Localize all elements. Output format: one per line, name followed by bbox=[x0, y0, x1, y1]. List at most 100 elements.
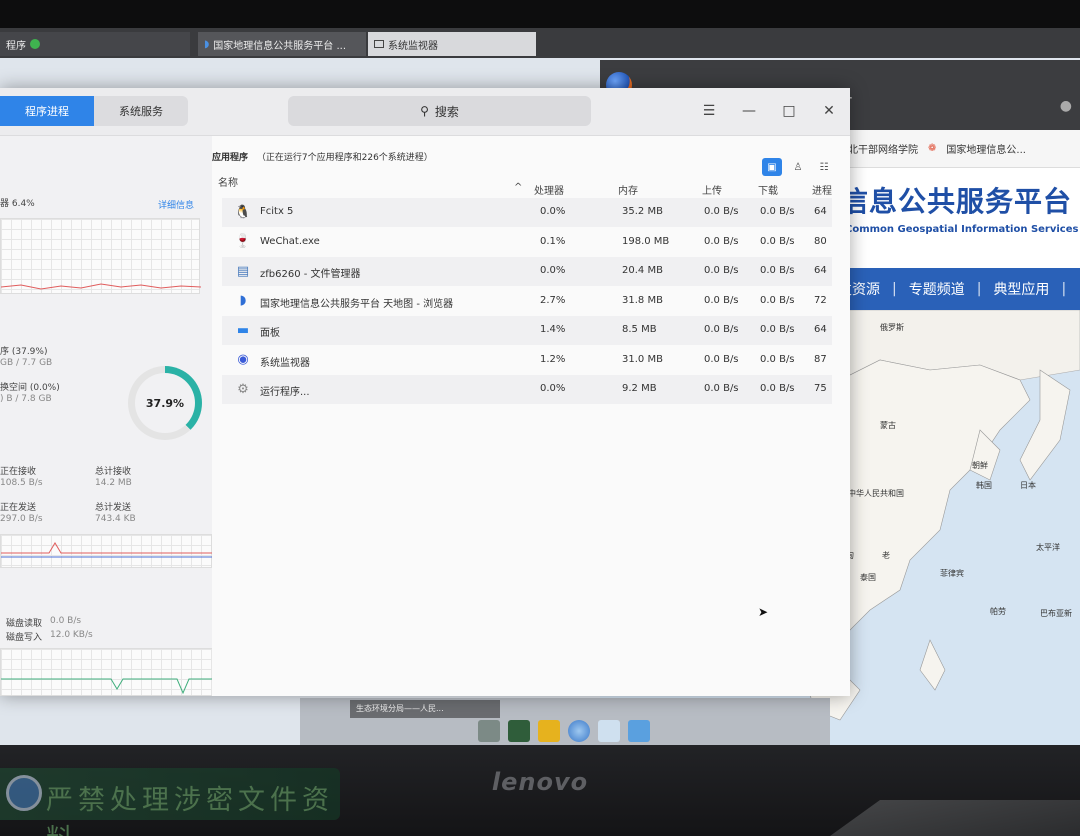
table-row[interactable]: ⚙ 运行程序... 0.0% 9.2 MB 0.0 B/s 0.0 B/s 75 bbox=[222, 375, 832, 404]
cell-up: 0.0 B/s bbox=[704, 383, 739, 394]
maximize-icon[interactable]: □ bbox=[778, 100, 800, 122]
close-icon[interactable]: ✕ bbox=[818, 100, 840, 122]
cpu-graph bbox=[0, 218, 201, 294]
nav-item-applications[interactable]: 典型应用 bbox=[993, 279, 1049, 299]
search-placeholder: 搜索 bbox=[434, 104, 459, 119]
window-icon bbox=[374, 40, 384, 48]
table-row[interactable]: ▤ zfb6260 - 文件管理器 0.0% 20.4 MB 0.0 B/s 0.0 B/… bbox=[222, 257, 832, 286]
browser-icon[interactable] bbox=[568, 720, 590, 742]
nav-item-topics[interactable]: 专题频道 bbox=[909, 279, 965, 299]
minimize-icon[interactable]: — bbox=[738, 100, 760, 122]
taskbar-tab-system-monitor[interactable]: 系统监视器 bbox=[368, 32, 536, 56]
cell-down: 0.0 B/s bbox=[760, 206, 795, 217]
view-switcher: 程序进程 系统服务 bbox=[0, 96, 188, 126]
wine-glass-icon: 🍷 bbox=[234, 234, 252, 249]
map-label: 泰国 bbox=[860, 573, 876, 582]
cell-pid: 64 bbox=[814, 324, 827, 335]
cell-mem: 20.4 MB bbox=[622, 265, 663, 276]
memory-ring-chart: 37.9% bbox=[128, 366, 202, 440]
column-header-memory[interactable]: 内存 bbox=[618, 182, 638, 197]
memory-value: GB / 7.7 GB bbox=[0, 358, 53, 368]
map-label: 中华人民共和国 bbox=[848, 489, 904, 498]
file-manager-icon: ▤ bbox=[236, 263, 250, 279]
search-icon[interactable] bbox=[598, 720, 620, 742]
mouse-cursor-icon: ➤ bbox=[758, 605, 769, 619]
taskbar-tab-programs[interactable]: 程序 bbox=[0, 32, 190, 56]
terminal-icon[interactable] bbox=[508, 720, 530, 742]
cell-name: Fcitx 5 bbox=[260, 206, 294, 217]
search-input[interactable]: ⚲ 搜索 bbox=[288, 96, 591, 126]
all-view-icon[interactable]: ☷ bbox=[814, 158, 834, 176]
nav-separator: | bbox=[976, 281, 982, 297]
cell-mem: 9.2 MB bbox=[622, 383, 657, 394]
taskbar-tab-label: 程序 bbox=[6, 40, 26, 52]
resource-panel: 器 6.4% 详细信息 序 (37.9%) GB / 7.7 GB 换空间 (0… bbox=[0, 136, 217, 696]
bookmark-item[interactable]: 国家地理信息公... bbox=[946, 141, 1026, 156]
column-header-name[interactable]: 名称 bbox=[218, 174, 238, 189]
cell-down: 0.0 B/s bbox=[760, 294, 795, 306]
cpu-usage-label: 器 6.4% bbox=[0, 199, 35, 209]
table-row[interactable]: ◉ 系统监视器 1.2% 31.0 MB 0.0 B/s 0.0 B/s 87 bbox=[222, 346, 832, 375]
column-header-download[interactable]: 下载 bbox=[758, 182, 778, 197]
nav-separator: | bbox=[892, 281, 897, 297]
cell-name: WeChat.exe bbox=[260, 235, 320, 247]
monitor-top-edge bbox=[0, 0, 1080, 30]
taskbar-tab-label: 国家地理信息公共服务平台 ... bbox=[213, 40, 346, 52]
view-filter: ▣ ♙ ☷ bbox=[762, 158, 834, 176]
cell-cpu: 0.0% bbox=[540, 265, 566, 276]
cell-up: 0.0 B/s bbox=[704, 235, 739, 247]
table-row[interactable]: 🐧 Fcitx 5 0.0% 35.2 MB 0.0 B/s 0.0 B/s 64 bbox=[222, 198, 832, 227]
site-subtitle: Common Geospatial Information Services bbox=[845, 224, 1079, 235]
table-row[interactable]: ◗ 国家地理信息公共服务平台 天地图 - 浏览器 2.7% 31.8 MB 0.0 B/… bbox=[222, 287, 832, 316]
disk-write-value: 12.0 KB/s bbox=[50, 630, 93, 640]
cell-cpu: 2.7% bbox=[540, 294, 566, 306]
taskbar-tab-label: 系统监视器 bbox=[388, 40, 438, 52]
net-send-value: 297.0 B/s bbox=[0, 514, 43, 524]
system-monitor-window: 程序进程 系统服务 ⚲ 搜索 ☰ — □ ✕ 器 6.4% 详细信息 序 (37… bbox=[0, 88, 850, 696]
details-link[interactable]: 详细信息 bbox=[158, 198, 194, 211]
notes-icon[interactable] bbox=[538, 720, 560, 742]
folder-icon[interactable] bbox=[628, 720, 650, 742]
cell-mem: 35.2 MB bbox=[622, 206, 663, 217]
cell-mem: 31.8 MB bbox=[622, 294, 663, 306]
browser-icon: ◗ bbox=[239, 293, 247, 308]
cell-name: 面板 bbox=[260, 328, 280, 339]
disk-graph bbox=[0, 648, 217, 696]
cell-down: 0.0 B/s bbox=[760, 235, 795, 247]
cell-up: 0.0 B/s bbox=[704, 294, 739, 306]
table-row[interactable]: 🍷 WeChat.exe 0.1% 198.0 MB 0.0 B/s 0.0 B/s 80 bbox=[222, 228, 832, 257]
sort-up-icon: ^ bbox=[514, 182, 523, 193]
wechat-icon bbox=[30, 39, 40, 49]
file-manager-icon[interactable] bbox=[478, 720, 500, 742]
table-row[interactable]: ▬ 面板 1.4% 8.5 MB 0.0 B/s 0.0 B/s 64 bbox=[222, 316, 832, 345]
cell-name: zfb6260 - 文件管理器 bbox=[260, 269, 361, 280]
tab-processes[interactable]: 程序进程 bbox=[0, 96, 94, 126]
map-label: 蒙古 bbox=[880, 421, 896, 430]
process-panel: 应用程序 （正在运行7个应用程序和226个系统进程） ▣ ♙ ☷ 名称 ^ 处理… bbox=[212, 136, 850, 696]
memory-ring-percent: 37.9% bbox=[145, 396, 185, 410]
system-monitor-icon: ◉ bbox=[237, 352, 249, 367]
gear-icon: ⚙ bbox=[237, 381, 249, 397]
taskbar-tab-browser[interactable]: ◗ 国家地理信息公共服务平台 ... bbox=[198, 32, 366, 56]
map-label: 俄罗斯 bbox=[880, 323, 904, 332]
user-view-icon[interactable]: ♙ bbox=[788, 158, 808, 176]
browser-menu-icon[interactable]: ● bbox=[1060, 98, 1072, 114]
bookmark-item[interactable]: 北干部网络学院 bbox=[848, 141, 918, 156]
column-header-upload[interactable]: 上传 bbox=[702, 182, 722, 197]
column-header-cpu[interactable]: 处理器 bbox=[534, 182, 564, 197]
title-bar: 程序进程 系统服务 ⚲ 搜索 ☰ — □ ✕ bbox=[0, 88, 850, 136]
app-view-icon[interactable]: ▣ bbox=[762, 158, 782, 176]
nav-separator: | bbox=[1061, 281, 1067, 297]
map-label: 菲律宾 bbox=[940, 569, 964, 578]
cell-up: 0.0 B/s bbox=[704, 206, 739, 217]
brand-logo: lenovo bbox=[491, 768, 589, 796]
top-taskbar: 程序 ◗ 国家地理信息公共服务平台 ... 系统监视器 bbox=[0, 28, 1080, 58]
menu-icon[interactable]: ☰ bbox=[698, 100, 720, 122]
tab-services[interactable]: 系统服务 bbox=[94, 96, 188, 126]
cell-mem: 8.5 MB bbox=[622, 324, 657, 335]
column-header-pid[interactable]: 进程 bbox=[812, 182, 832, 197]
cell-cpu: 0.0% bbox=[540, 383, 566, 394]
cell-pid: 75 bbox=[814, 383, 827, 394]
cell-pid: 64 bbox=[814, 265, 827, 276]
cell-down: 0.0 B/s bbox=[760, 383, 795, 394]
